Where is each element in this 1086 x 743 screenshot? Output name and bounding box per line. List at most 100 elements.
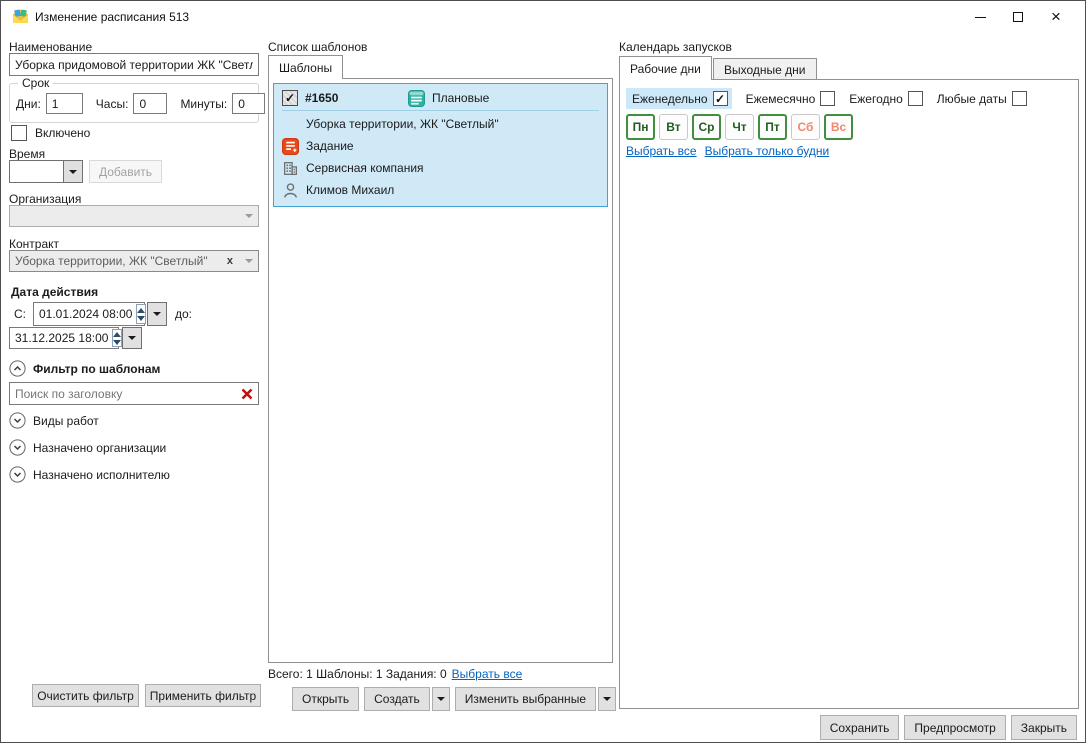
close-icon: × — [1051, 12, 1061, 22]
spin-down-icon — [113, 340, 121, 345]
chevron-down-icon — [245, 214, 253, 218]
hours-input[interactable] — [133, 93, 167, 114]
filter-templates-header[interactable]: Фильтр по шаблонам — [9, 360, 160, 377]
template-id: #1650 — [305, 91, 401, 105]
recurrence-yearly-label: Ежегодно — [849, 92, 903, 106]
date-to-dropdown-button[interactable] — [122, 327, 142, 349]
template-organization-label: Сервисная компания — [306, 161, 424, 175]
organization-label: Организация — [9, 192, 81, 206]
spin-up-icon — [113, 332, 121, 337]
time-label: Время — [9, 147, 45, 161]
recurrence-weekly-checkbox[interactable]: ✓ — [713, 91, 728, 106]
hours-label: Часы: — [96, 97, 129, 111]
contract-clear-icon[interactable]: x — [221, 251, 239, 271]
section-assigned-executor[interactable]: Назначено исполнителю — [9, 466, 170, 483]
term-group: Срок Дни: Часы: Минуты: — [9, 83, 259, 123]
tab-templates[interactable]: Шаблоны — [268, 55, 343, 79]
select-weekdays-only-link[interactable]: Выбрать только будни — [705, 144, 830, 158]
calendar-content: Еженедельно ✓ Ежемесячно Ежегодно Любые … — [619, 79, 1079, 709]
recurrence-yearly-option[interactable]: Ежегодно — [849, 91, 923, 106]
close-dialog-button[interactable]: Закрыть — [1011, 715, 1077, 740]
template-name: Уборка территории, ЖК "Светлый" — [306, 117, 499, 131]
date-from-field[interactable]: 01.01.2024 08:00 — [33, 302, 145, 326]
organization-building-icon — [282, 160, 299, 177]
minutes-label: Минуты: — [180, 97, 227, 111]
section-assigned-executor-label: Назначено исполнителю — [33, 468, 170, 482]
template-item-1650[interactable]: ✓ #1650 Плановые Уборка территории, ЖК "… — [273, 83, 608, 207]
recurrence-monthly-checkbox[interactable] — [820, 91, 835, 106]
select-all-templates-link[interactable]: Выбрать все — [452, 667, 523, 681]
maximize-button[interactable] — [999, 3, 1037, 31]
term-legend: Срок — [18, 76, 53, 90]
chevron-down-circle-icon — [9, 412, 26, 429]
time-value — [10, 161, 63, 182]
recurrence-anydates-label: Любые даты — [937, 92, 1007, 106]
search-input[interactable] — [10, 383, 236, 404]
date-from-dropdown-button[interactable] — [147, 302, 167, 326]
day-button-wed[interactable]: Ср — [692, 114, 721, 140]
clear-search-button[interactable] — [236, 383, 258, 404]
window-title: Изменение расписания 513 — [35, 10, 189, 24]
template-checkbox[interactable]: ✓ — [282, 90, 298, 106]
section-assigned-organization[interactable]: Назначено организации — [9, 439, 166, 456]
days-input[interactable] — [46, 93, 83, 114]
date-from-label: С: — [14, 307, 26, 321]
contract-dropdown-button — [239, 251, 258, 271]
minutes-input[interactable] — [232, 93, 265, 114]
enabled-checkbox[interactable] — [11, 125, 27, 141]
name-input[interactable] — [9, 53, 259, 76]
recurrence-weekly-option[interactable]: Еженедельно ✓ — [626, 88, 732, 109]
enabled-label: Включено — [35, 126, 90, 140]
edit-selected-dropdown-button[interactable] — [598, 687, 616, 711]
tab-workdays-label: Рабочие дни — [630, 62, 701, 76]
chevron-up-circle-icon — [9, 360, 26, 377]
save-button[interactable]: Сохранить — [820, 715, 900, 740]
day-button-thu[interactable]: Чт — [725, 114, 754, 140]
day-button-sat[interactable]: Сб — [791, 114, 820, 140]
recurrence-monthly-option[interactable]: Ежемесячно — [746, 91, 836, 106]
red-x-icon — [240, 387, 254, 401]
section-assigned-organization-label: Назначено организации — [33, 441, 166, 455]
organization-combobox[interactable] — [9, 205, 259, 227]
dialog-window: Изменение расписания 513 × Наименование … — [0, 0, 1086, 743]
day-button-mon[interactable]: Пн — [626, 114, 655, 140]
date-to-spinner[interactable] — [112, 329, 122, 347]
contract-combobox[interactable]: Уборка территории, ЖК "Светлый" x — [9, 250, 259, 272]
titlebar: Изменение расписания 513 × — [1, 1, 1085, 33]
recurrence-anydates-option[interactable]: Любые даты — [937, 91, 1027, 106]
time-combobox[interactable] — [9, 160, 83, 183]
time-dropdown-button[interactable] — [63, 161, 82, 182]
recurrence-anydates-checkbox[interactable] — [1012, 91, 1027, 106]
add-time-button[interactable]: Добавить — [89, 160, 162, 183]
select-all-days-link[interactable]: Выбрать все — [626, 144, 697, 158]
edit-selected-button[interactable]: Изменить выбранные — [455, 687, 596, 711]
recurrence-yearly-checkbox[interactable] — [908, 91, 923, 106]
filter-templates-label: Фильтр по шаблонам — [33, 362, 160, 376]
create-dropdown-button[interactable] — [432, 687, 450, 711]
chevron-down-icon — [437, 697, 445, 701]
maximize-icon — [1013, 12, 1023, 22]
open-button[interactable]: Открыть — [292, 687, 359, 711]
date-to-field[interactable]: 31.12.2025 18:00 — [9, 327, 119, 349]
day-button-tue[interactable]: Вт — [659, 114, 688, 140]
template-assignee-label: Климов Михаил — [306, 183, 394, 197]
apply-filter-button[interactable]: Применить фильтр — [145, 684, 261, 707]
tab-weekends[interactable]: Выходные дни — [713, 58, 817, 80]
close-button[interactable]: × — [1037, 3, 1075, 31]
day-button-sun[interactable]: Вс — [824, 114, 853, 140]
create-button[interactable]: Создать — [364, 687, 430, 711]
chevron-down-circle-icon — [9, 466, 26, 483]
section-work-types[interactable]: Виды работ — [9, 412, 99, 429]
tab-workdays[interactable]: Рабочие дни — [619, 56, 712, 80]
day-button-fri[interactable]: Пт — [758, 114, 787, 140]
date-from-spinner[interactable] — [136, 304, 146, 324]
enabled-checkbox-row[interactable]: Включено — [11, 125, 90, 141]
date-to-label: до: — [175, 307, 192, 321]
clear-filter-button[interactable]: Очистить фильтр — [32, 684, 139, 707]
templates-summary: Всего: 1 Шаблоны: 1 Задания: 0 — [268, 667, 447, 681]
contract-value: Уборка территории, ЖК "Светлый" — [10, 251, 221, 271]
recurrence-weekly-label: Еженедельно — [632, 92, 708, 106]
templates-panel-title: Список шаблонов — [268, 40, 367, 54]
minimize-button[interactable] — [961, 3, 999, 31]
preview-button[interactable]: Предпросмотр — [904, 715, 1005, 740]
